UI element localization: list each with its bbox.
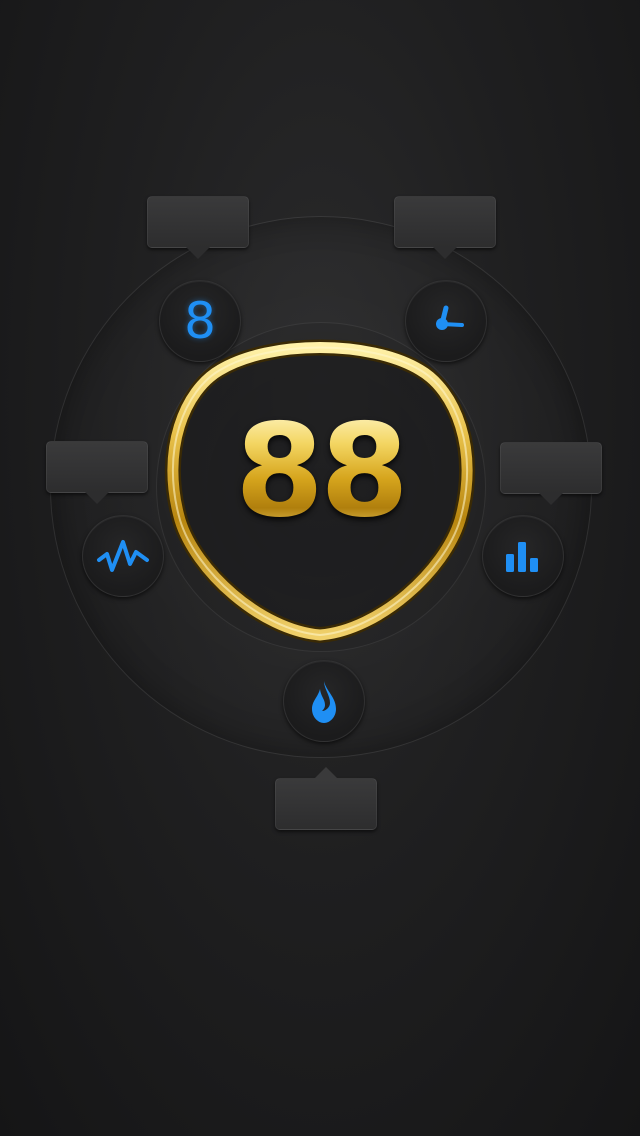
dial-screen: 8 88 xyxy=(0,0,640,1136)
label-top-left xyxy=(147,196,249,259)
label-left xyxy=(46,441,148,504)
flame-icon xyxy=(312,681,336,723)
label-top-right xyxy=(394,196,496,259)
stats-button[interactable] xyxy=(482,515,564,597)
dial-value: 88 xyxy=(150,408,490,536)
label-bottom xyxy=(275,767,377,830)
calories-button[interactable] xyxy=(283,660,365,742)
pulse-wave-icon xyxy=(97,540,149,572)
bar-chart-icon xyxy=(506,542,538,572)
label-right xyxy=(500,442,602,505)
